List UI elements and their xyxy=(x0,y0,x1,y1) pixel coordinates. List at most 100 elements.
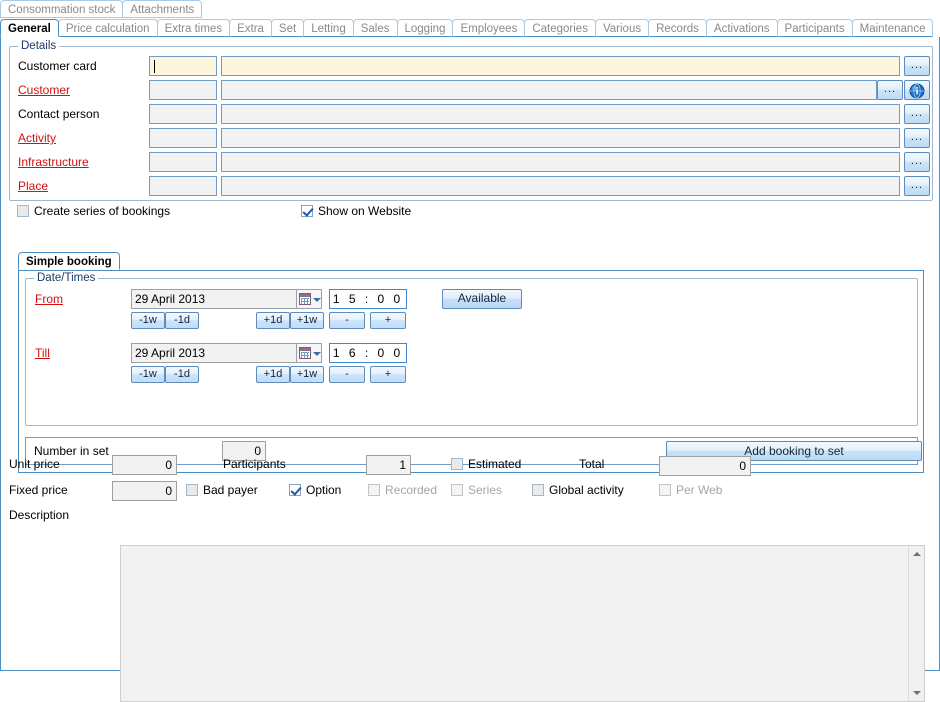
till-minus-week-button[interactable]: -1w xyxy=(131,366,165,383)
label-till-link[interactable]: Till xyxy=(35,346,50,360)
calendar-icon xyxy=(299,293,311,305)
till-minus-day-button[interactable]: -1d xyxy=(165,366,199,383)
tab-attachments[interactable]: Attachments xyxy=(122,0,202,18)
from-time-minus-button[interactable]: - xyxy=(329,312,365,329)
browse-customer-button[interactable]: ... xyxy=(877,80,903,100)
tab-sales[interactable]: Sales xyxy=(353,19,398,37)
checkbox-series[interactable]: Series xyxy=(451,483,502,498)
from-minus-day-button[interactable]: -1d xyxy=(165,312,199,329)
tab-simple-booking[interactable]: Simple booking xyxy=(18,252,120,270)
input-customer-card-name[interactable] xyxy=(221,56,900,76)
from-time-plus-button[interactable]: + xyxy=(370,312,406,329)
estimated-checkbox-box[interactable] xyxy=(451,458,463,470)
input-from-date[interactable]: 29 April 2013 xyxy=(131,289,296,309)
from-minus-week-button[interactable]: -1w xyxy=(131,312,165,329)
input-place-code[interactable] xyxy=(149,176,217,196)
tab-maintenance[interactable]: Maintenance xyxy=(852,19,934,37)
label-total: Total xyxy=(579,457,604,472)
input-customer-name[interactable] xyxy=(221,80,877,100)
tab-participants[interactable]: Participants xyxy=(777,19,853,37)
label-number-in-set: Number in set xyxy=(34,444,109,458)
show-on-website-checkbox-box[interactable] xyxy=(301,205,313,217)
series-label: Series xyxy=(468,483,502,497)
tab-general[interactable]: General xyxy=(0,19,59,37)
browse-contact-person-button[interactable]: ... xyxy=(904,104,930,124)
checkbox-recorded[interactable]: Recorded xyxy=(368,483,437,498)
from-plus-day-button[interactable]: +1d xyxy=(256,312,290,329)
tab-extra-times[interactable]: Extra times xyxy=(157,19,231,37)
browse-infrastructure-button[interactable]: ... xyxy=(904,152,930,172)
estimated-label: Estimated xyxy=(468,457,521,471)
browse-activity-button[interactable]: ... xyxy=(904,128,930,148)
tab-employees[interactable]: Employees xyxy=(452,19,525,37)
till-plus-week-button[interactable]: +1w xyxy=(290,366,324,383)
checkbox-show-on-website[interactable]: Show on Website xyxy=(301,204,411,219)
input-participants[interactable]: 1 xyxy=(366,455,411,475)
input-till-date[interactable]: 29 April 2013 xyxy=(131,343,296,363)
label-place-link[interactable]: Place xyxy=(18,179,48,194)
tab-records[interactable]: Records xyxy=(648,19,707,37)
option-checkbox-box[interactable] xyxy=(289,484,301,496)
browse-place-button[interactable]: ... xyxy=(904,176,930,196)
browse-customer-card-button[interactable]: ... xyxy=(904,56,930,76)
scroll-up-button[interactable] xyxy=(909,546,924,562)
checkbox-estimated[interactable]: Estimated xyxy=(451,457,521,472)
tabstrip-primary: GeneralPrice calculationExtra timesExtra… xyxy=(0,19,940,38)
tab-categories[interactable]: Categories xyxy=(524,19,596,37)
till-time-plus-button[interactable]: + xyxy=(370,366,406,383)
checkbox-create-series[interactable]: Create series of bookings xyxy=(17,204,170,219)
input-description[interactable] xyxy=(120,545,925,702)
tab-logging[interactable]: Logging xyxy=(397,19,454,37)
checkbox-bad-payer[interactable]: Bad payer xyxy=(186,483,258,498)
till-date-picker-button[interactable] xyxy=(296,343,322,363)
checkbox-global-activity[interactable]: Global activity xyxy=(532,483,624,498)
info-globe-icon xyxy=(909,83,925,99)
input-activity-name[interactable] xyxy=(221,128,900,148)
tab-extra[interactable]: Extra xyxy=(229,19,272,37)
input-till-time[interactable]: 1 6 : 0 0 xyxy=(329,343,407,363)
input-contact-person-name[interactable] xyxy=(221,104,900,124)
input-fixed-price[interactable]: 0 xyxy=(112,481,177,501)
recorded-label: Recorded xyxy=(385,483,437,497)
input-from-time[interactable]: 1 5 : 0 0 xyxy=(329,289,407,309)
from-plus-week-button[interactable]: +1w xyxy=(290,312,324,329)
input-customer-card-code[interactable] xyxy=(149,56,217,76)
recorded-checkbox-box[interactable] xyxy=(368,484,380,496)
description-scrollbar[interactable] xyxy=(908,546,924,701)
tab-various[interactable]: Various xyxy=(595,19,649,37)
field-row-customer: Customer ... xyxy=(10,80,932,102)
label-customer-link[interactable]: Customer xyxy=(18,83,70,98)
label-activity-link[interactable]: Activity xyxy=(18,131,56,146)
tab-activations[interactable]: Activations xyxy=(706,19,778,37)
customer-info-button[interactable] xyxy=(904,80,930,100)
input-contact-person-code[interactable] xyxy=(149,104,217,124)
field-row-place: Place ... xyxy=(10,176,932,198)
tab-set[interactable]: Set xyxy=(271,19,304,37)
label-from-link[interactable]: From xyxy=(35,292,63,306)
tab-consommation-stock[interactable]: Consommation stock xyxy=(0,0,123,18)
per-web-label: Per Web xyxy=(676,483,722,497)
tab-letting[interactable]: Letting xyxy=(303,19,354,37)
till-time-minus-button[interactable]: - xyxy=(329,366,365,383)
till-plus-day-button[interactable]: +1d xyxy=(256,366,290,383)
per-web-checkbox-box[interactable] xyxy=(659,484,671,496)
input-total[interactable]: 0 xyxy=(659,456,751,476)
bad-payer-checkbox-box[interactable] xyxy=(186,484,198,496)
checkbox-per-web[interactable]: Per Web xyxy=(659,483,722,498)
create-series-checkbox-box[interactable] xyxy=(17,205,29,217)
input-infrastructure-name[interactable] xyxy=(221,152,900,172)
chevron-down-icon xyxy=(313,298,321,302)
available-button[interactable]: Available xyxy=(442,289,522,309)
from-date-picker-button[interactable] xyxy=(296,289,322,309)
label-infrastructure-link[interactable]: Infrastructure xyxy=(18,155,89,170)
global-activity-checkbox-box[interactable] xyxy=(532,484,544,496)
input-place-name[interactable] xyxy=(221,176,900,196)
input-infrastructure-code[interactable] xyxy=(149,152,217,172)
tab-price-calculation[interactable]: Price calculation xyxy=(58,19,158,37)
scroll-down-button[interactable] xyxy=(909,685,924,701)
series-checkbox-box[interactable] xyxy=(451,484,463,496)
input-customer-code[interactable] xyxy=(149,80,217,100)
input-activity-code[interactable] xyxy=(149,128,217,148)
input-unit-price[interactable]: 0 xyxy=(112,455,177,475)
checkbox-option[interactable]: Option xyxy=(289,483,341,498)
